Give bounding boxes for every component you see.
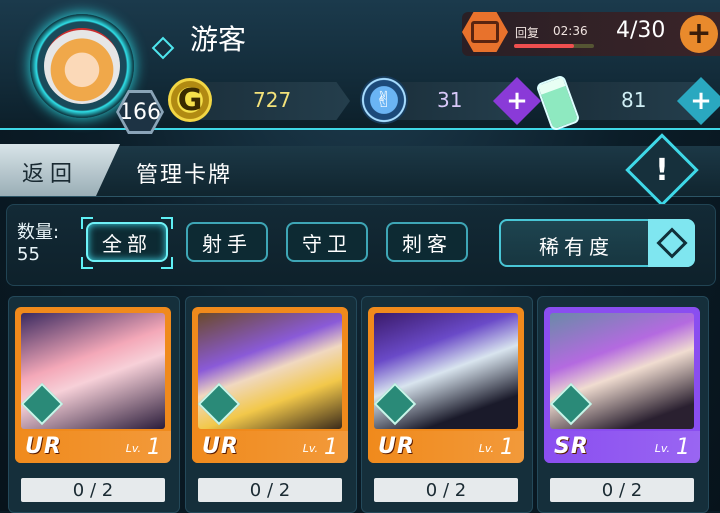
plus-icon: + bbox=[506, 86, 528, 116]
potion-value: 81 bbox=[621, 88, 647, 112]
back-label: 返回 bbox=[22, 162, 79, 187]
card-count-value: 55 bbox=[17, 244, 40, 265]
card-level: 1 bbox=[500, 435, 514, 460]
character-card[interactable]: UR Lv. 1 bbox=[368, 307, 524, 463]
add-stamina-button[interactable]: + bbox=[680, 15, 718, 53]
sort-toggle-button[interactable] bbox=[648, 219, 695, 267]
recover-progress-bar bbox=[514, 44, 594, 48]
player-name: 游客 bbox=[190, 23, 247, 56]
recover-time: 02:36 bbox=[553, 24, 588, 38]
rarity-label: UR bbox=[378, 434, 415, 459]
recover-label: 回复 bbox=[515, 26, 540, 40]
character-card[interactable]: UR Lv. 1 bbox=[15, 307, 171, 463]
gem-icon: ✌ bbox=[360, 76, 408, 124]
rarity-label: UR bbox=[202, 434, 239, 459]
sort-diamond-icon bbox=[655, 227, 688, 259]
filter-chip-assassin[interactable]: 刺客 bbox=[386, 222, 468, 262]
gold-coin-icon: G bbox=[168, 78, 212, 122]
character-card[interactable]: SR Lv. 1 bbox=[544, 307, 700, 463]
add-gems-button[interactable]: + bbox=[492, 76, 542, 126]
card-shard-progress: 0 / 2 bbox=[198, 478, 342, 502]
filter-chip-archer[interactable]: 射手 bbox=[186, 222, 268, 262]
level-label: Lv. bbox=[125, 442, 141, 455]
selection-corner bbox=[161, 217, 173, 229]
card-level: 1 bbox=[676, 435, 690, 460]
level-label: Lv. bbox=[478, 442, 494, 455]
filter-chip-guard[interactable]: 守卫 bbox=[286, 222, 368, 262]
card-level: 1 bbox=[324, 435, 338, 460]
recover-progress-fill bbox=[514, 44, 574, 48]
plus-icon: + bbox=[690, 86, 712, 116]
stamina-value: 4/30 bbox=[616, 18, 666, 43]
card-shard-progress: 0 / 2 bbox=[374, 478, 518, 502]
player-level: 166 bbox=[119, 93, 161, 131]
card-shard-progress: 0 / 2 bbox=[550, 478, 694, 502]
gem-value: 31 bbox=[437, 88, 463, 112]
add-potions-button[interactable]: + bbox=[676, 76, 720, 126]
card-level: 1 bbox=[147, 435, 161, 460]
sort-label: 稀有度 bbox=[539, 235, 614, 259]
page-title: 管理卡牌 bbox=[136, 163, 233, 188]
rarity-label: UR bbox=[25, 434, 62, 459]
exclamation-icon: ! bbox=[655, 152, 669, 188]
card-count-label: 数量: bbox=[17, 222, 60, 243]
selection-corner bbox=[81, 257, 93, 269]
rarity-label: SR bbox=[554, 434, 589, 459]
level-label: Lv. bbox=[654, 442, 670, 455]
filter-chip-all[interactable]: 全部 bbox=[86, 222, 168, 262]
character-card[interactable]: UR Lv. 1 bbox=[192, 307, 348, 463]
selection-corner bbox=[81, 217, 93, 229]
selection-corner bbox=[161, 257, 173, 269]
card-shard-progress: 0 / 2 bbox=[21, 478, 165, 502]
gold-value: 727 bbox=[253, 88, 292, 112]
avatar[interactable] bbox=[44, 28, 120, 104]
level-label: Lv. bbox=[302, 442, 318, 455]
